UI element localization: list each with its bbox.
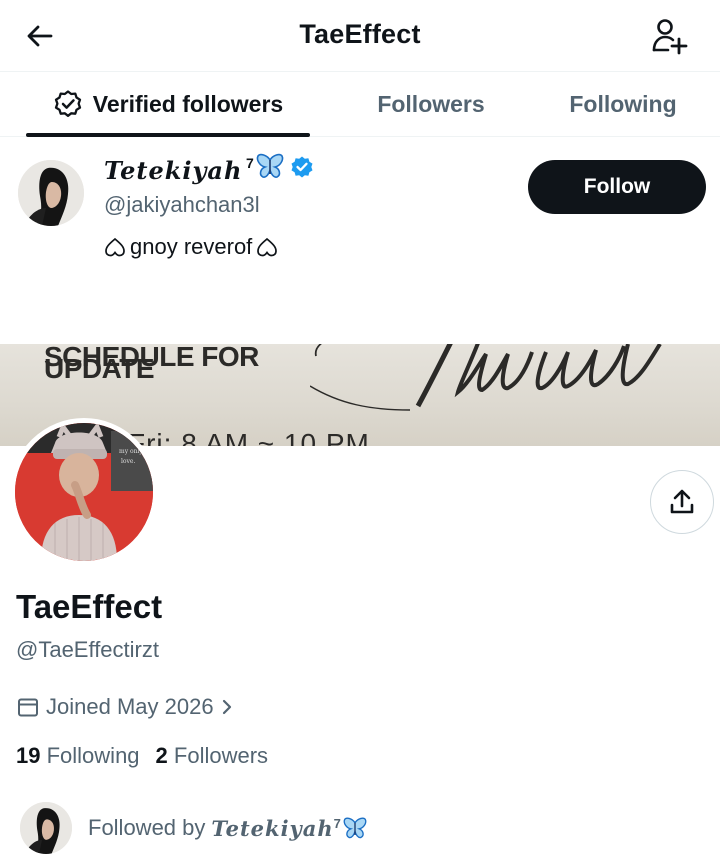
follower-display-name[interactable]: Tetekiyah xyxy=(104,156,242,185)
back-button[interactable] xyxy=(22,18,58,54)
avatar[interactable] xyxy=(18,160,84,226)
follower-list-item[interactable]: Tetekiyah 7 @jakiyahchan3l gnoy reverof … xyxy=(0,138,720,288)
arrow-left-icon xyxy=(27,25,53,47)
followers-count: 2 xyxy=(155,743,168,768)
banner-heading: SCHEDULE FOR UPDATE xyxy=(44,344,259,383)
profile-avatar-image: my only love. xyxy=(15,423,153,561)
calendar-icon xyxy=(18,698,38,717)
tab-followers[interactable]: Followers xyxy=(336,72,526,136)
heart-outline-icon xyxy=(257,237,278,257)
top-bar: TaeEffect xyxy=(0,0,720,72)
following-label: Following xyxy=(46,743,140,768)
follow-stats: 19 Following 2 Followers xyxy=(16,743,268,769)
person-add-icon xyxy=(652,19,688,55)
banner-script-lettering xyxy=(310,344,662,411)
profile-handle: @TaeEffectirzt xyxy=(16,637,159,662)
followed-by-prefix: Followed by xyxy=(88,815,206,840)
joined-date[interactable]: Joined May 2026 xyxy=(16,694,234,720)
active-tab-indicator xyxy=(26,133,310,137)
tab-following[interactable]: Following xyxy=(526,72,720,136)
svg-text:my only: my only xyxy=(119,448,143,455)
name-superscript: 7 xyxy=(246,155,254,171)
heart-outline-icon xyxy=(105,237,125,257)
chevron-right-icon xyxy=(222,699,231,715)
svg-text:love.: love. xyxy=(121,458,135,465)
following-count: 19 xyxy=(16,743,41,768)
profile-avatar[interactable]: my only love. xyxy=(10,418,158,566)
avatar-image xyxy=(20,802,72,854)
follower-handle: @jakiyahchan3l xyxy=(104,192,260,217)
banner-line-2: UPDATE xyxy=(44,353,155,384)
add-user-button[interactable] xyxy=(648,14,692,58)
followed-by[interactable]: Followed by Tetekiyah 7 xyxy=(20,800,368,856)
follow-button[interactable]: Follow xyxy=(528,160,706,214)
tab-label: Followers xyxy=(377,90,485,117)
joined-text: Joined May 2026 xyxy=(46,694,214,719)
share-icon xyxy=(670,489,694,514)
followed-by-name: Tetekiyah xyxy=(211,815,334,841)
profile-display-name: TaeEffect xyxy=(16,588,163,625)
avatar-image xyxy=(18,160,84,226)
share-button[interactable] xyxy=(650,470,714,534)
tab-verified-followers[interactable]: Verified followers xyxy=(0,72,336,136)
butterfly-icon xyxy=(256,153,284,178)
banner-schedule-time: Fri: 8 AM ~ 10 PM xyxy=(128,428,370,446)
page-title: TaeEffect xyxy=(299,19,421,49)
follower-tabs: Verified followers Followers Following xyxy=(0,72,720,137)
tab-label: Verified followers xyxy=(92,90,284,117)
follower-bio: gnoy reverof xyxy=(104,234,278,260)
bio-text: gnoy reverof xyxy=(130,234,253,259)
followers-label: Followers xyxy=(173,743,269,768)
followers-stat[interactable]: 2 Followers xyxy=(156,743,269,769)
following-stat[interactable]: 19 Following xyxy=(16,743,140,769)
avatar xyxy=(20,802,72,854)
verified-badge-outline-icon xyxy=(54,90,81,117)
tab-label: Following xyxy=(569,90,677,117)
followed-by-superscript: 7 xyxy=(333,815,341,831)
name-decorations: 7 xyxy=(246,152,315,180)
butterfly-icon xyxy=(343,817,367,839)
followed-by-text: Followed by Tetekiyah 7 xyxy=(88,815,368,841)
verified-check-icon xyxy=(291,156,313,178)
